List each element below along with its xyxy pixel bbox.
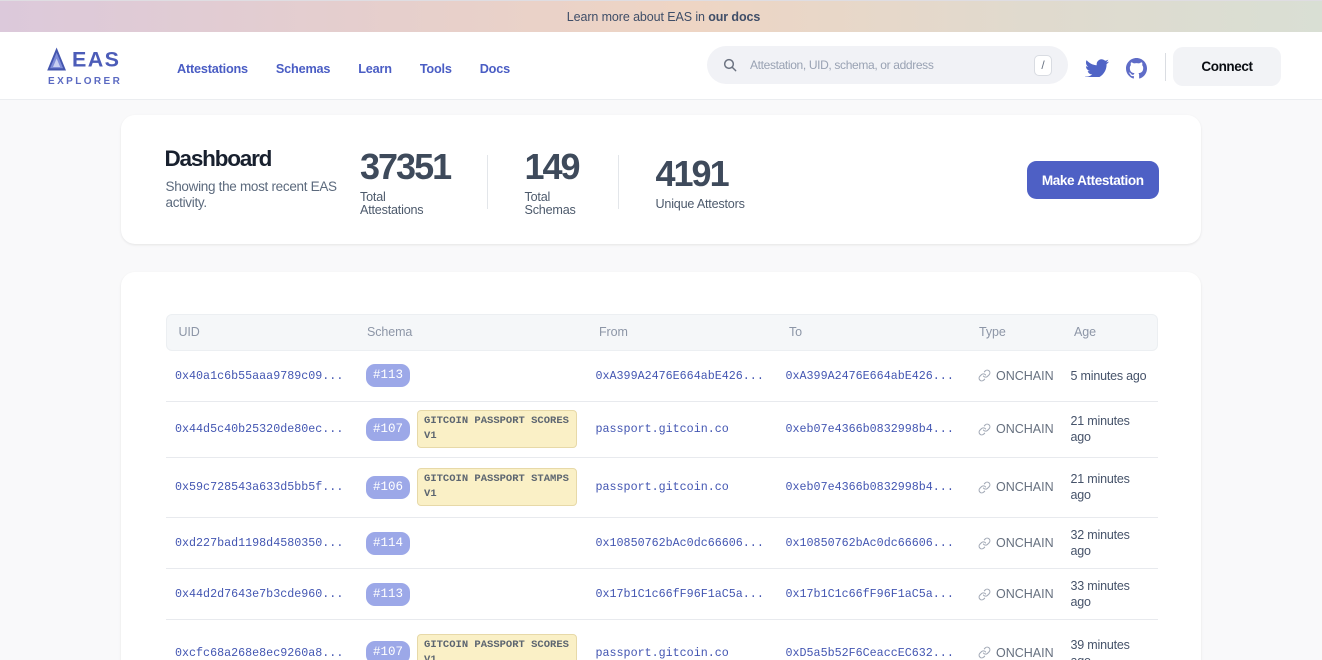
svg-text:EAS: EAS bbox=[72, 48, 120, 72]
